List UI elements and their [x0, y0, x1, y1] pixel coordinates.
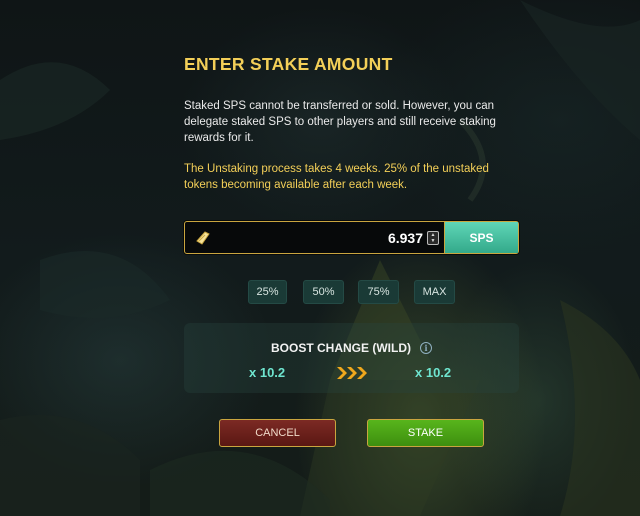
stepper-down-icon[interactable]: ▼ [431, 238, 436, 244]
info-icon[interactable]: i [420, 342, 432, 354]
amount-stepper[interactable]: ▲ ▼ [427, 230, 439, 245]
stake-amount-input[interactable] [217, 222, 427, 253]
currency-label: SPS [444, 222, 518, 253]
stake-amount-row: ▲ ▼ SPS [184, 221, 519, 254]
percent-50-button[interactable]: 50% [303, 280, 344, 304]
dialog-title: ENTER STAKE AMOUNT [184, 54, 393, 74]
boost-title: BOOST CHANGE (WILD) [271, 341, 411, 355]
percent-25-button[interactable]: 25% [248, 280, 287, 304]
unstake-note: The Unstaking process takes 4 weeks. 25%… [184, 163, 489, 191]
sps-token-icon [189, 222, 217, 253]
boost-panel [184, 323, 519, 393]
percent-75-button[interactable]: 75% [358, 280, 399, 304]
boost-to-value: x 10.2 [415, 365, 452, 380]
stake-dialog: ENTER STAKE AMOUNT Staked SPS cannot be … [0, 0, 640, 516]
stake-button[interactable]: STAKE [367, 419, 484, 447]
stake-description: Staked SPS cannot be transferred or sold… [184, 100, 496, 144]
boost-from-value: x 10.2 [249, 365, 286, 380]
triple-chevron-right-icon [337, 367, 367, 379]
cancel-button[interactable]: CANCEL [219, 419, 336, 447]
percent-max-button[interactable]: MAX [414, 280, 455, 304]
